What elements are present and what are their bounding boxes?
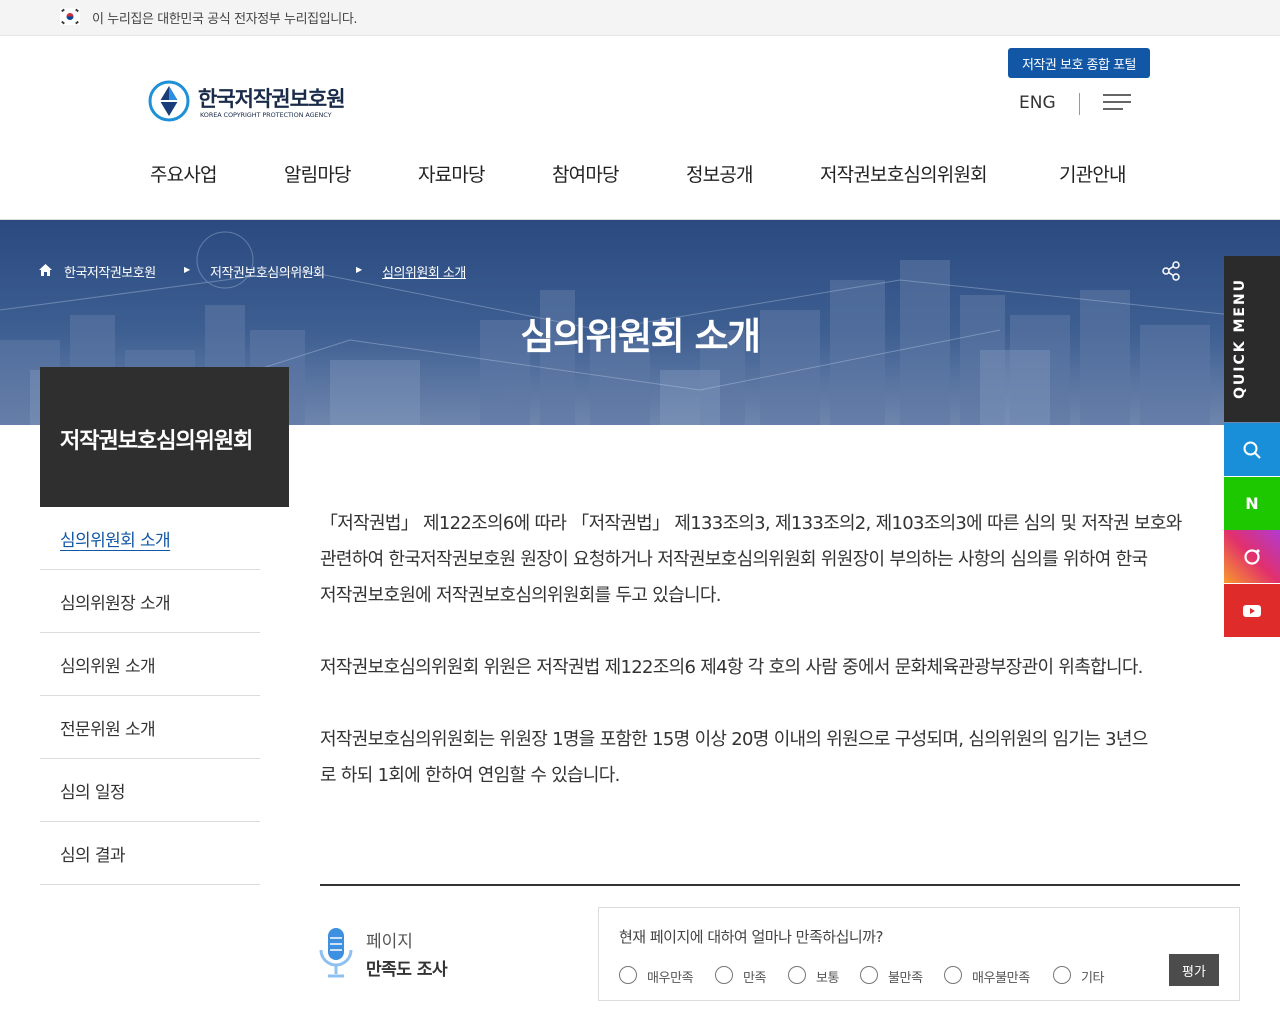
side-nav-item-schedule[interactable]: 심의 일정 xyxy=(40,759,260,822)
breadcrumb-home[interactable]: 한국저작권보호원 xyxy=(64,262,156,281)
side-nav-label: 심의 일정 xyxy=(60,783,126,803)
nav-item-resources[interactable]: 자료마당 xyxy=(418,160,486,187)
quick-search-button[interactable] xyxy=(1224,423,1280,476)
gov-banner: 이 누리집은 대한민국 공식 전자정부 누리집입니다. xyxy=(0,0,1280,36)
site-logo[interactable]: 한국저작권보호원 KOREA COPYRIGHT PROTECTION AGEN… xyxy=(148,80,358,126)
hamburger-menu-icon[interactable] xyxy=(1103,92,1131,112)
side-nav-label: 심의위원회 소개 xyxy=(60,531,171,551)
option-label: 만족 xyxy=(743,971,767,986)
option-label: 매우불만족 xyxy=(972,971,1030,986)
main-navigation: 주요사업 알림마당 자료마당 참여마당 정보공개 저작권보호심의위원회 기관안내 xyxy=(0,160,1280,192)
share-icon[interactable] xyxy=(1160,260,1182,282)
content-divider xyxy=(320,884,1240,886)
radio-button[interactable] xyxy=(788,966,806,984)
side-nav-item-expert-intro[interactable]: 전문위원 소개 xyxy=(40,696,260,759)
nav-item-main-business[interactable]: 주요사업 xyxy=(150,160,218,187)
home-icon[interactable] xyxy=(38,263,53,277)
english-link[interactable]: ENG xyxy=(1019,93,1056,113)
content-paragraph-1: 「저작권법」 제122조의6에 따라 「저작권법」 제133조의3, 제133조… xyxy=(320,513,1182,606)
naver-icon: N xyxy=(1245,494,1259,513)
radio-button[interactable] xyxy=(944,966,962,984)
instagram-icon xyxy=(1244,548,1260,565)
survey-label-title: 만족도 조사 xyxy=(366,960,448,980)
radio-button[interactable] xyxy=(860,966,878,984)
utility-divider xyxy=(1079,93,1080,115)
option-label: 기타 xyxy=(1081,971,1105,986)
side-nav-label: 심의위원장 소개 xyxy=(60,594,171,614)
content-paragraph-2: 저작권보호심의위원회 위원은 저작권법 제122조의6 제4항 각 호의 사람 … xyxy=(320,657,1143,678)
breadcrumb-arrow-icon: ▶ xyxy=(184,265,191,274)
radio-button[interactable] xyxy=(619,966,637,984)
content-paragraph-3: 저작권보호심의위원회는 위원장 1명을 포함한 15명 이상 20명 이내의 위… xyxy=(320,729,1148,786)
side-nav-item-committee-intro[interactable]: 심의위원회 소개 xyxy=(40,507,260,570)
side-nav-header: 저작권보호심의위원회 xyxy=(40,367,289,507)
breadcrumb-committee[interactable]: 저작권보호심의위원회 xyxy=(210,262,325,281)
side-nav-item-member-intro[interactable]: 심의위원 소개 xyxy=(40,633,260,696)
page-title: 심의위원회 소개 xyxy=(520,315,761,358)
radio-button[interactable] xyxy=(1053,966,1071,984)
side-nav-label: 전문위원 소개 xyxy=(60,720,156,740)
nav-item-disclosure[interactable]: 정보공개 xyxy=(686,160,754,187)
copyright-portal-button[interactable]: 저작권 보호 종합 포털 xyxy=(1008,48,1150,78)
microphone-icon xyxy=(319,928,353,978)
option-label: 불만족 xyxy=(888,971,923,986)
side-nav-label: 심의위원 소개 xyxy=(60,657,156,677)
side-nav-title: 저작권보호심의위원회 xyxy=(60,429,253,454)
breadcrumb-arrow-icon: ▶ xyxy=(356,265,363,274)
gov-banner-text: 이 누리집은 대한민국 공식 전자정부 누리집입니다. xyxy=(92,12,358,27)
quick-menu-title: QUICK MENU xyxy=(1232,277,1248,399)
search-icon xyxy=(1243,441,1261,459)
youtube-icon xyxy=(1243,604,1261,617)
satisfaction-survey: 현재 페이지에 대하여 얼마나 만족하십니까? 매우만족 만족 보통 불만족 매… xyxy=(598,907,1240,1001)
quick-menu-header: QUICK MENU xyxy=(1224,256,1280,422)
logo-subtitle: KOREA COPYRIGHT PROTECTION AGENCY xyxy=(200,111,332,119)
side-nav-label: 심의 결과 xyxy=(60,846,126,866)
nav-item-committee[interactable]: 저작권보호심의위원회 xyxy=(820,160,988,187)
survey-label-page: 페이지 xyxy=(366,932,413,952)
survey-question: 현재 페이지에 대하여 얼마나 만족하십니까? xyxy=(619,928,883,946)
korea-flag-icon xyxy=(60,8,80,25)
nav-item-participation[interactable]: 참여마당 xyxy=(552,160,620,187)
breadcrumb-current[interactable]: 심의위원회 소개 xyxy=(382,262,466,281)
nav-item-notice[interactable]: 알림마당 xyxy=(284,160,352,187)
option-label: 보통 xyxy=(816,971,840,986)
logo-mark-icon xyxy=(148,80,190,122)
nav-item-about[interactable]: 기관안내 xyxy=(1059,160,1127,187)
survey-submit-button[interactable]: 평가 xyxy=(1169,954,1219,986)
side-nav-item-results[interactable]: 심의 결과 xyxy=(40,822,260,885)
option-label: 매우만족 xyxy=(647,971,694,986)
logo-name: 한국저작권보호원 xyxy=(198,87,346,111)
side-nav-item-chair-intro[interactable]: 심의위원장 소개 xyxy=(40,570,260,633)
radio-button[interactable] xyxy=(715,966,733,984)
